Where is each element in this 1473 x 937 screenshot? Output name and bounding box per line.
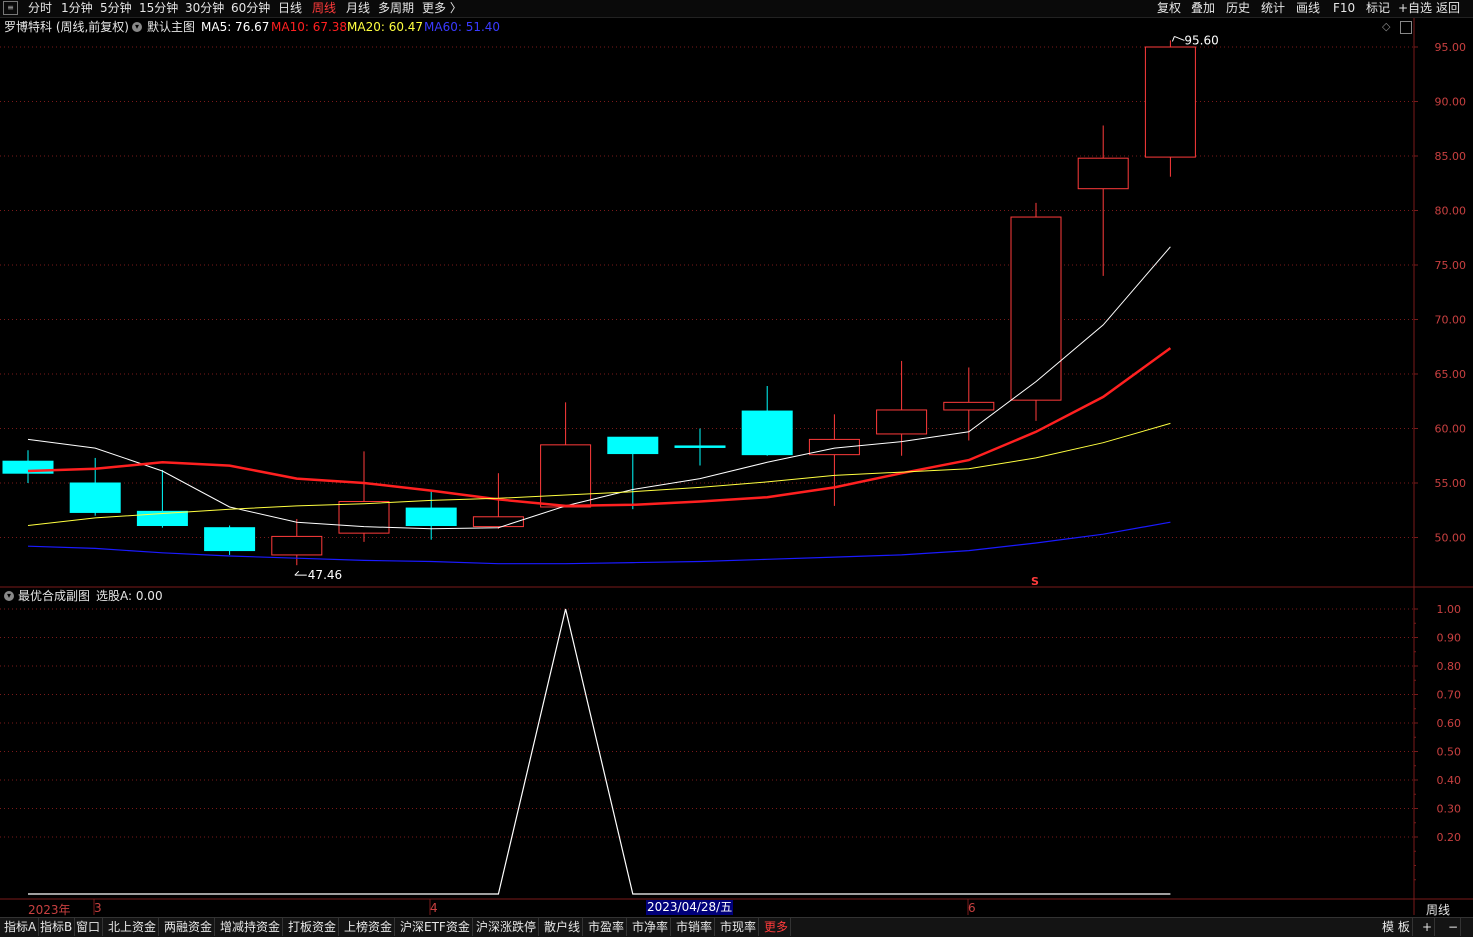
candle-body-up bbox=[876, 409, 928, 435]
tab-pcf[interactable]: 市现率 bbox=[718, 918, 760, 936]
candle-body-down bbox=[607, 436, 659, 455]
main-y-tick-label: 80.00 bbox=[1435, 205, 1467, 218]
x-label-3: 3 bbox=[94, 901, 102, 915]
indicator-tab-bar: 指标A 指标B 窗口 北上资金 两融资金 增减持资金 打板资金 上榜资金 沪深E… bbox=[0, 917, 1473, 937]
low-price-label: 47.46 bbox=[308, 568, 342, 582]
tab-retail-line[interactable]: 散户线 bbox=[542, 918, 584, 936]
x-label-4: 4 bbox=[430, 901, 438, 915]
candle-body-down bbox=[674, 445, 726, 448]
main-y-tick-label: 95.00 bbox=[1435, 41, 1467, 54]
cursor-date-label: 2023/04/28/五 bbox=[646, 900, 734, 915]
signal-s-marker: S bbox=[1031, 575, 1039, 588]
candle-body-up bbox=[1144, 46, 1196, 158]
candle-body-up bbox=[271, 535, 323, 556]
main-y-tick-label: 65.00 bbox=[1435, 368, 1467, 381]
high-marker-arrow bbox=[1171, 35, 1185, 42]
tab-indicator-a[interactable]: 指标A bbox=[2, 918, 40, 936]
x-label-6: 6 bbox=[968, 901, 976, 915]
sub-y-tick-label: 0.30 bbox=[1437, 803, 1462, 816]
main-y-tick-label: 70.00 bbox=[1435, 314, 1467, 327]
chart-canvas[interactable]: 95.00 90.00 85.00 80.00 75.00 70.00 65.00 60.00… bbox=[0, 0, 1473, 936]
tab-etf[interactable]: 沪深ETF资金 bbox=[398, 918, 473, 936]
ma-line-ma20 bbox=[27, 422, 1171, 526]
main-y-tick-label: 55.00 bbox=[1435, 477, 1467, 490]
period-indicator: 周线 bbox=[1426, 903, 1451, 917]
main-y-tick-label: 90.00 bbox=[1435, 96, 1467, 109]
candle-body-up bbox=[338, 501, 390, 534]
sub-y-tick-label: 0.60 bbox=[1437, 717, 1462, 730]
main-y-tick-label: 50.00 bbox=[1435, 532, 1467, 545]
candle-body-down bbox=[741, 410, 793, 456]
tab-pe[interactable]: 市盈率 bbox=[586, 918, 628, 936]
ma-line-ma60 bbox=[27, 521, 1171, 565]
tab-dragon-tiger[interactable]: 上榜资金 bbox=[342, 918, 396, 936]
sub-series-line bbox=[28, 608, 1171, 895]
zoom-in-button[interactable]: + bbox=[1420, 918, 1436, 936]
main-y-tick-label: 75.00 bbox=[1435, 259, 1467, 272]
sub-y-tick-label: 0.20 bbox=[1437, 831, 1462, 844]
candle-body-up bbox=[1010, 216, 1062, 401]
tab-northbound[interactable]: 北上资金 bbox=[106, 918, 160, 936]
candle-body-up bbox=[808, 438, 860, 456]
tab-indicator-b[interactable]: 指标B bbox=[38, 918, 76, 936]
candle-body-up bbox=[943, 401, 995, 411]
sub-y-tick-label: 0.70 bbox=[1437, 689, 1462, 702]
candle-body-up bbox=[1077, 157, 1129, 190]
tab-holding-change[interactable]: 增减持资金 bbox=[218, 918, 284, 936]
sub-y-tick-label: 0.90 bbox=[1437, 632, 1462, 645]
candle-body-down bbox=[69, 482, 121, 513]
candle-body-up bbox=[540, 444, 592, 508]
low-marker-arrow bbox=[294, 570, 307, 576]
zoom-out-button[interactable]: − bbox=[1446, 918, 1462, 936]
tab-window[interactable]: 窗口 bbox=[74, 918, 104, 936]
sub-y-tick-label: 1.00 bbox=[1437, 603, 1462, 616]
high-price-label: 95.60 bbox=[1184, 33, 1218, 47]
sub-y-tick-label: 0.80 bbox=[1437, 660, 1462, 673]
tab-limit-updown[interactable]: 沪深涨跌停 bbox=[474, 918, 540, 936]
ma-line-ma10 bbox=[27, 347, 1172, 508]
template-button[interactable]: 模 板 bbox=[1380, 918, 1413, 936]
sub-y-tick-label: 0.50 bbox=[1437, 746, 1462, 759]
tab-pb[interactable]: 市净率 bbox=[630, 918, 672, 936]
candle-body-down bbox=[204, 527, 256, 552]
ma-line-ma5 bbox=[27, 246, 1171, 530]
x-label-2023: 2023年 bbox=[28, 903, 71, 917]
tab-more[interactable]: 更多 bbox=[762, 918, 792, 936]
candle-body-down bbox=[405, 507, 457, 527]
tab-limit-board[interactable]: 打板资金 bbox=[286, 918, 340, 936]
main-y-tick-label: 60.00 bbox=[1435, 423, 1467, 436]
main-y-tick-label: 85.00 bbox=[1435, 150, 1467, 163]
tab-margin[interactable]: 两融资金 bbox=[162, 918, 216, 936]
tab-ps[interactable]: 市销率 bbox=[674, 918, 716, 936]
sub-y-tick-label: 0.40 bbox=[1437, 774, 1462, 787]
